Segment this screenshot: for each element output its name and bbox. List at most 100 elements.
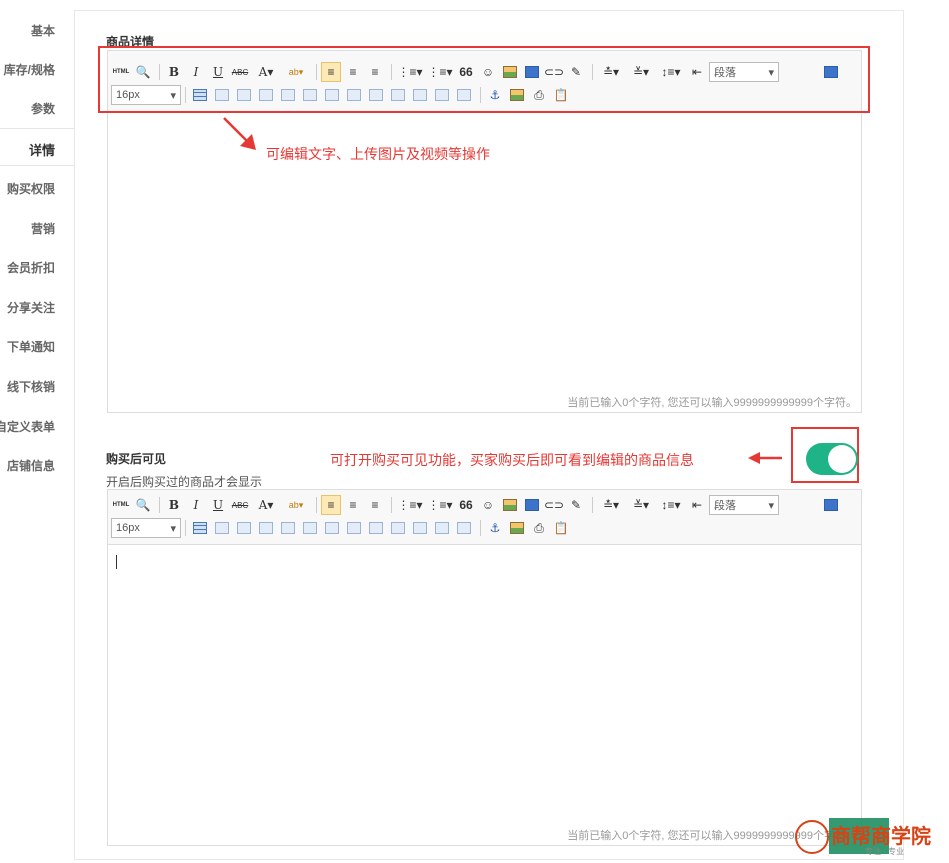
sidebar-item-params[interactable]: 参数	[31, 100, 55, 117]
after-purchase-toggle[interactable]	[806, 443, 858, 475]
table-glyph	[413, 522, 427, 534]
image-glyph	[503, 499, 517, 511]
arrow-left-icon	[748, 452, 782, 464]
fullscreen-glyph	[824, 499, 838, 511]
arrow-down-right-icon	[223, 117, 256, 150]
eraser-icon[interactable]: ✎	[566, 495, 586, 515]
split-cols-icon[interactable]	[454, 518, 474, 538]
toolbar-row-2: 16px ▾ ⚓ ⎙ 📋	[111, 517, 573, 539]
ordered-list-icon[interactable]: ⋮≡▾	[396, 495, 424, 515]
watermark-text: 商帮商学院	[831, 824, 931, 848]
toolbar-highlight-box	[98, 46, 870, 113]
sidebar-item-stock[interactable]: 库存/规格	[4, 61, 55, 78]
after-purchase-editor[interactable]: HTML 🔍 B I U ABC A ▾ ab ▾ ≡ ≡ ≡ ⋮≡▾ ⋮≡▾ 66…	[107, 489, 862, 846]
table-glyph	[237, 522, 251, 534]
sidebar-item-member-discount[interactable]: 会员折扣	[7, 259, 55, 276]
underline-button[interactable]: U	[208, 495, 228, 515]
line-height-icon[interactable]: ↕≡▾	[657, 495, 685, 515]
sidebar: 基本 库存/规格 参数 详情 购买权限 营销 会员折扣 分享关注 下单通知 线下…	[0, 0, 74, 863]
text-cursor	[116, 555, 117, 569]
delete-table-icon[interactable]	[212, 518, 232, 538]
table-glyph	[457, 522, 471, 534]
bg-color-button[interactable]: ab ▾	[282, 495, 310, 515]
table-glyph	[369, 522, 383, 534]
detail-annotation: 可编辑文字、上传图片及视频等操作	[266, 146, 490, 162]
toolbar-row-1: HTML 🔍 B I U ABC A ▾ ab ▾ ≡ ≡ ≡ ⋮≡▾ ⋮≡▾ 66…	[111, 494, 843, 516]
table-glyph	[435, 522, 449, 534]
anchor-icon[interactable]: ⚓	[485, 518, 505, 538]
image-glyph	[510, 522, 524, 534]
strikethrough-button[interactable]: ABC	[230, 495, 250, 515]
chevron-down-icon: ▾	[170, 522, 176, 535]
watermark-seal-icon	[795, 820, 829, 854]
separator	[159, 497, 160, 513]
table-glyph	[193, 522, 207, 534]
after-purchase-subtitle: 开启后购买过的商品才会显示	[106, 475, 263, 489]
table-glyph	[325, 522, 339, 534]
separator	[480, 520, 481, 536]
table-glyph	[303, 522, 317, 534]
preview-icon[interactable]: 🔍	[133, 495, 153, 515]
video-glyph	[525, 499, 539, 511]
unordered-list-icon[interactable]: ⋮≡▾	[426, 495, 454, 515]
image-icon[interactable]	[500, 495, 520, 515]
blockquote-button[interactable]: 66	[456, 495, 476, 515]
sidebar-item-detail[interactable]: 详情	[29, 140, 55, 159]
paragraph-select[interactable]: 段落 ▾	[709, 495, 779, 515]
align-right-icon[interactable]: ≡	[365, 495, 385, 515]
sidebar-item-purchase-permission[interactable]: 购买权限	[7, 180, 55, 197]
merge-right-icon[interactable]	[366, 518, 386, 538]
font-size-select[interactable]: 16px ▾	[111, 518, 181, 538]
print-icon[interactable]: ⎙	[529, 518, 549, 538]
align-left-icon[interactable]: ≡	[321, 495, 341, 515]
after-purchase-annotation: 可打开购买可见功能，买家购买后即可看到编辑的商品信息	[330, 452, 694, 468]
insert-row-before-icon[interactable]	[234, 518, 254, 538]
insert-image-icon[interactable]	[507, 518, 527, 538]
merge-down-icon[interactable]	[388, 518, 408, 538]
paragraph-select-value: 段落	[714, 500, 736, 512]
sidebar-item-order-notice[interactable]: 下单通知	[7, 338, 55, 355]
split-rows-icon[interactable]	[432, 518, 452, 538]
emoji-icon[interactable]: ☺	[478, 495, 498, 515]
paste-icon[interactable]: 📋	[551, 518, 571, 538]
link-icon[interactable]: ⊂⊃	[544, 495, 564, 515]
font-size-select-value: 16px	[116, 522, 140, 534]
delete-row-icon[interactable]	[278, 518, 298, 538]
sidebar-item-custom-form[interactable]: 自定义表单	[0, 418, 55, 435]
chevron-down-icon: ▾	[768, 499, 774, 512]
insert-col-icon[interactable]	[300, 518, 320, 538]
table-glyph	[391, 522, 405, 534]
sidebar-item-store-info[interactable]: 店铺信息	[7, 457, 55, 474]
sidebar-item-marketing[interactable]: 营销	[31, 220, 55, 237]
table-glyph	[281, 522, 295, 534]
merge-cells-icon[interactable]	[344, 518, 364, 538]
separator	[391, 497, 392, 513]
bold-button[interactable]: B	[164, 495, 184, 515]
row-spacing-bottom-icon[interactable]: ≚▾	[627, 495, 655, 515]
sidebar-item-basic[interactable]: 基本	[31, 22, 55, 39]
toggle-knob	[828, 445, 856, 473]
table-glyph	[215, 522, 229, 534]
separator	[316, 497, 317, 513]
indent-icon[interactable]: ⇤	[687, 495, 707, 515]
separator	[592, 497, 593, 513]
insert-row-icon[interactable]	[256, 518, 276, 538]
fullscreen-icon[interactable]	[821, 495, 841, 515]
separator	[185, 520, 186, 536]
watermark-subtext: 专注 · 专业	[865, 847, 905, 856]
table-glyph	[259, 522, 273, 534]
table-glyph	[347, 522, 361, 534]
row-spacing-top-icon[interactable]: ≛▾	[597, 495, 625, 515]
after-purchase-toolbar: HTML 🔍 B I U ABC A ▾ ab ▾ ≡ ≡ ≡ ⋮≡▾ ⋮≡▾ 66…	[108, 490, 861, 545]
align-center-icon[interactable]: ≡	[343, 495, 363, 515]
editor-content-area[interactable]	[108, 545, 861, 845]
sidebar-item-offline-verify[interactable]: 线下核销	[7, 378, 55, 395]
html-source-button[interactable]: HTML	[111, 495, 131, 515]
italic-button[interactable]: I	[186, 495, 206, 515]
split-cells-icon[interactable]	[410, 518, 430, 538]
sidebar-item-share[interactable]: 分享关注	[7, 299, 55, 316]
delete-col-icon[interactable]	[322, 518, 342, 538]
font-color-button[interactable]: A ▾	[252, 495, 280, 515]
insert-table-icon[interactable]	[190, 518, 210, 538]
video-icon[interactable]	[522, 495, 542, 515]
